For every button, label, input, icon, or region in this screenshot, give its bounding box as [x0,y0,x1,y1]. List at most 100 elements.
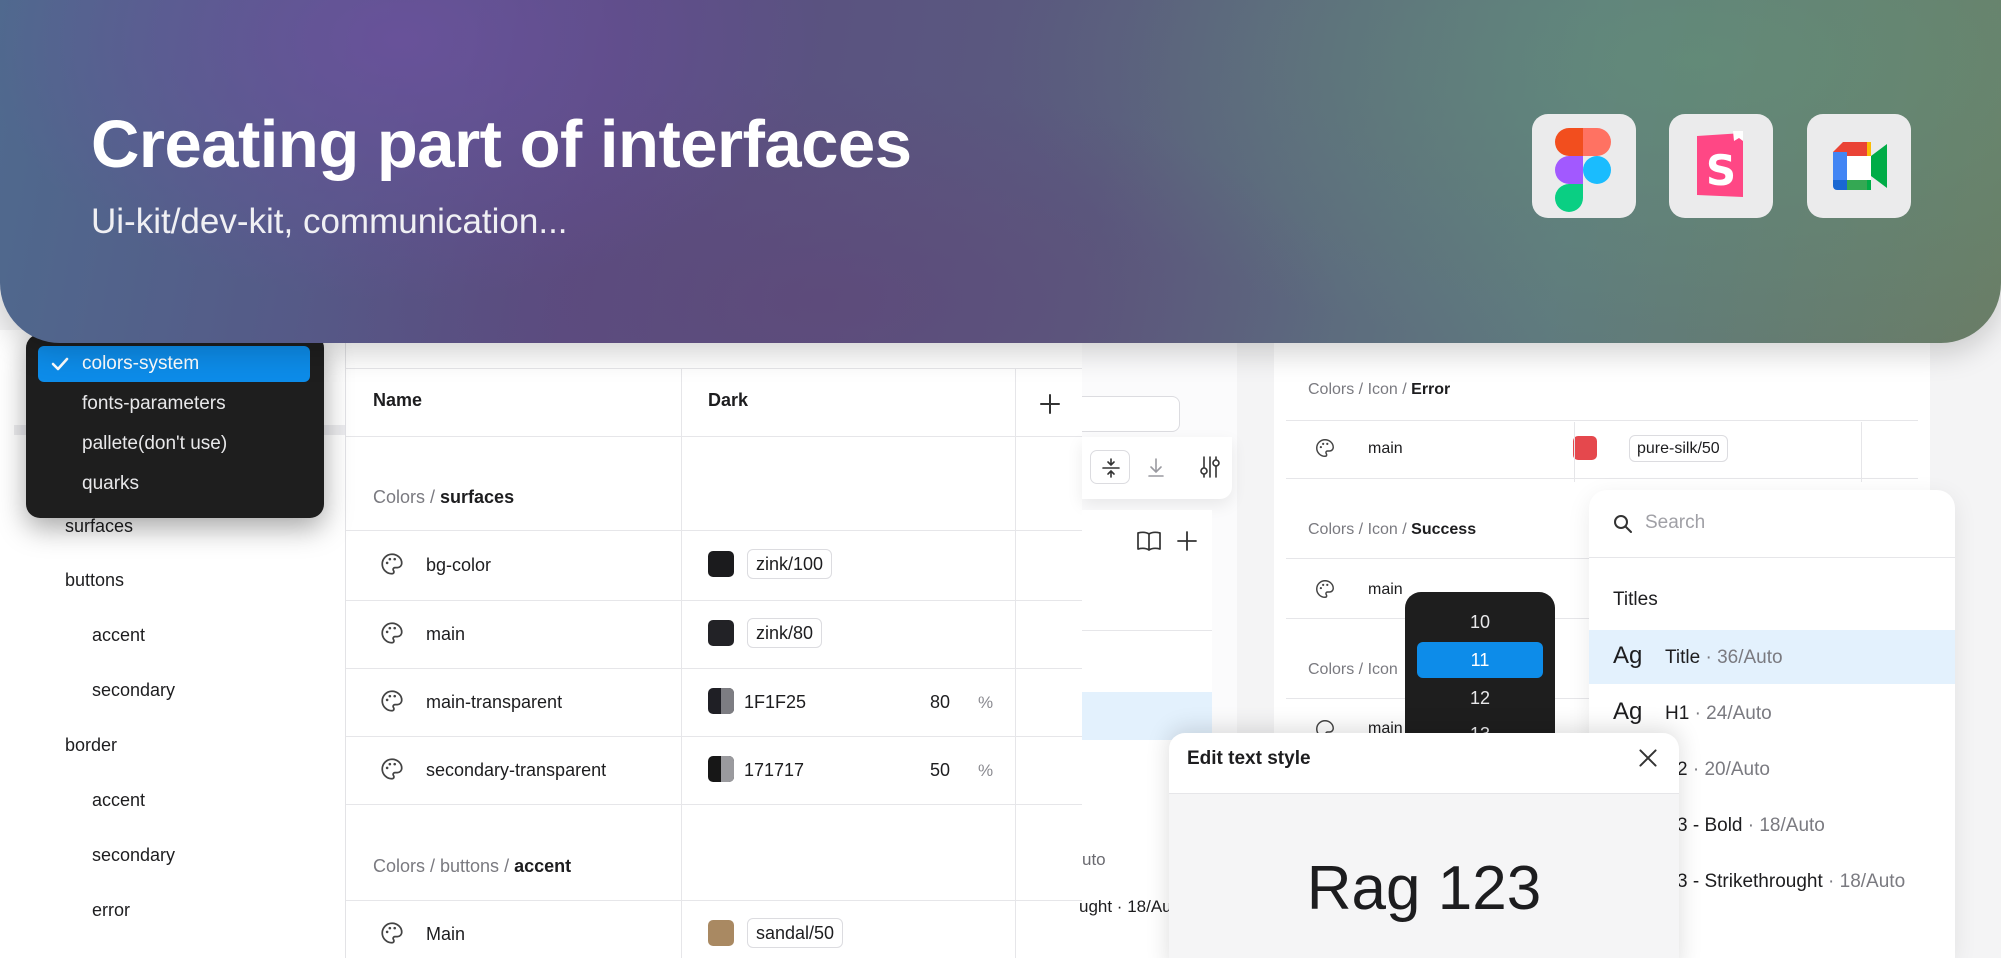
card-divider [1082,630,1212,631]
book-icon[interactable] [1134,528,1164,554]
hex-value[interactable]: 1F1F25 [744,692,806,713]
color-swatch[interactable] [708,688,734,714]
hex-value[interactable]: 171717 [744,760,804,781]
storybook-logo-icon: S [1697,131,1743,197]
group-title-surfaces: Colors / surfaces [373,487,514,508]
swatch-alpha [721,688,734,714]
style-name: 3 - Strikethrought [1677,871,1823,892]
sidebar-item-border-accent[interactable]: accent [92,790,145,811]
collection-dropdown: colors-system fonts-parameters pallete(d… [26,334,324,518]
sidebar-item-surfaces[interactable]: surfaces [65,516,133,537]
size-option-selected[interactable]: 11 [1417,642,1543,678]
palette-icon [381,758,403,780]
style-search[interactable]: Search [1589,490,1955,558]
google-meet-tile[interactable] [1807,114,1911,218]
hero-banner: Creating part of interfaces Ui-kit/dev-k… [0,0,2001,343]
section-path: Colors / Icon / [1308,521,1412,538]
search-placeholder: Search [1645,512,1706,533]
style-item[interactable]: Ag Title · 36/Auto [1589,630,1955,684]
sidebar-item-border-secondary[interactable]: secondary [92,845,175,866]
name-input[interactable] [1082,396,1180,432]
opacity-value[interactable]: 50 [930,760,950,781]
style-meta: · 36/Auto [1700,647,1783,668]
opacity-value[interactable]: 80 [930,692,950,713]
download-icon [1148,458,1164,477]
collapse-button[interactable] [1090,450,1130,484]
color-swatch[interactable] [708,620,734,646]
color-swatch[interactable] [708,551,734,577]
style-sample: Ag [1613,698,1643,725]
variable-name: secondary-transparent [426,760,607,780]
table-column-divider [1015,368,1016,958]
add-icon[interactable] [1174,528,1200,554]
column-header-name[interactable]: Name [373,390,422,411]
group-name: accent [514,856,572,876]
table-divider [1286,478,1918,479]
sidebar-item-border[interactable]: border [65,735,117,756]
group-title-buttons-accent: Colors / buttons / accent [373,856,571,877]
add-mode-icon[interactable] [1038,392,1062,416]
dropdown-item[interactable]: fonts-parameters [38,386,310,422]
svg-text:S: S [1706,146,1736,195]
banner-subtitle: Ui-kit/dev-kit, communication... [91,202,568,241]
table-divider [346,368,1082,369]
section-title-success: Colors / Icon / Success [1308,521,1476,539]
color-swatch[interactable] [708,756,734,782]
style-sample: Ag [1613,642,1643,669]
size-option[interactable]: 12 [1417,680,1543,716]
token-chip[interactable]: zink/100 [747,549,833,579]
palette-icon [381,622,403,644]
style-meta: · 24/Auto [1689,703,1772,724]
palette-icon [381,922,403,944]
percent-sign: % [978,761,994,780]
edit-text-style-modal: Edit text style Rag 123 [1169,733,1679,958]
close-icon[interactable] [1635,745,1661,771]
token-chip[interactable]: pure-silk/50 [1629,435,1728,462]
fragment-text: ught · 18/Au [1079,897,1172,916]
token-chip[interactable]: zink/80 [747,618,823,648]
column-header-dark[interactable]: Dark [708,390,748,411]
style-name: H1 [1665,703,1690,724]
dropdown-item-label: quarks [82,473,140,494]
style-item[interactable]: Ag H1 · 24/Auto [1589,686,1955,740]
sidebar-item-buttons-accent[interactable]: accent [92,625,145,646]
adjust-button[interactable] [1190,450,1230,484]
google-meet-logo-icon [1833,142,1887,190]
color-swatch[interactable] [708,920,734,946]
style-label: 3 - Strikethrought · 18/Auto [1677,871,1905,893]
collapse-icon [1102,458,1120,478]
style-group-heading: Titles [1613,589,1658,610]
panel-toolbar [1082,437,1232,499]
table-divider [346,600,1082,601]
color-swatch[interactable] [1573,436,1597,460]
table-column-divider [1861,422,1862,482]
section-path: Colors / Icon / [1308,381,1412,398]
dropdown-item-selected[interactable]: colors-system [38,346,310,382]
size-option[interactable]: 10 [1417,604,1543,640]
token-chip[interactable]: sandal/50 [747,918,844,948]
table-column-divider [1574,422,1575,482]
sidebar-item-buttons-secondary[interactable]: secondary [92,680,175,701]
figma-tile[interactable] [1532,114,1636,218]
dropdown-item[interactable]: pallete(don't use) [38,426,310,462]
variable-name: Main [426,924,466,944]
dropdown-item-label: colors-system [82,353,200,374]
style-name: 3 - Bold [1677,815,1743,836]
sliders-icon [1200,456,1220,478]
figma-logo-icon [1555,128,1611,212]
variables-table: Name Dark Colors / surfaces bg-color zin… [345,330,1082,958]
dropdown-item-label: pallete(don't use) [82,433,228,454]
banner-title: Creating part of interfaces [91,107,912,182]
section-name: Success [1411,521,1477,538]
storybook-tile[interactable]: S [1669,114,1773,218]
table-divider [346,736,1082,737]
dropdown-item-label: fonts-parameters [82,393,226,414]
table-divider [1286,420,1918,421]
sidebar-item-buttons[interactable]: buttons [65,570,124,591]
sidebar-item-border-error[interactable]: error [92,900,130,921]
download-button[interactable] [1136,450,1176,484]
dropdown-item[interactable]: quarks [38,466,310,502]
variable-name: main [1368,440,1403,457]
group-name: surfaces [440,487,515,507]
style-meta: · 18/Auto [1822,871,1906,892]
